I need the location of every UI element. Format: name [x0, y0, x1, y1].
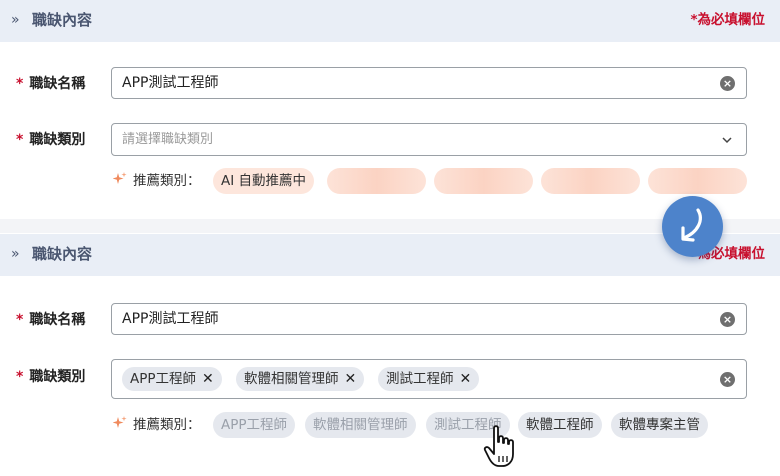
job-category-placeholder: 請選擇職缺類別: [122, 132, 214, 147]
loading-placeholder-pill: [327, 168, 426, 194]
required-star: *: [16, 76, 24, 92]
section-title: 職缺內容: [32, 11, 93, 29]
job-category-select[interactable]: APP工程師 ✕ 軟體相關管理師 ✕ 測試工程師 ✕ ×: [111, 359, 747, 399]
section-header-1: » 職缺內容 *為必填欄位: [0, 0, 780, 42]
job-category-label: * 職缺類別: [16, 369, 86, 385]
required-star: *: [16, 312, 24, 328]
job-category-label: * 職缺類別: [16, 132, 86, 148]
recommend-chip-selected[interactable]: 軟體相關管理師: [305, 412, 416, 438]
sparkle-icon: [113, 416, 127, 428]
recommend-chip[interactable]: 軟體專案主管: [611, 412, 708, 438]
transition-arrow-button: [662, 196, 723, 257]
section-title: 職缺內容: [32, 245, 93, 263]
job-name-label: * 職缺名稱: [16, 76, 86, 92]
loading-placeholder-pill: [648, 168, 747, 194]
selected-chip[interactable]: 測試工程師 ✕: [378, 367, 480, 391]
double-chevron-icon: »: [11, 12, 20, 28]
selected-chip[interactable]: 軟體相關管理師 ✕: [236, 367, 365, 391]
close-icon[interactable]: ✕: [460, 371, 472, 387]
selected-chip[interactable]: APP工程師 ✕: [122, 367, 222, 391]
required-star: *: [16, 369, 24, 385]
double-chevron-icon: »: [11, 246, 20, 262]
job-name-input[interactable]: APP測試工程師 ×: [111, 303, 747, 335]
chevron-down-icon[interactable]: [720, 133, 734, 147]
job-name-input[interactable]: APP測試工程師 ×: [111, 67, 747, 99]
curved-arrow-icon: [681, 208, 702, 242]
loading-placeholder-pill: [541, 168, 640, 194]
hand-pointer-icon: [483, 425, 514, 467]
close-icon[interactable]: ✕: [345, 371, 357, 387]
recommend-label: 推薦類別：: [133, 417, 201, 433]
required-star: *: [16, 132, 24, 148]
recommend-chip[interactable]: 軟體工程師: [518, 412, 602, 438]
recommend-chip-selected[interactable]: APP工程師: [213, 412, 296, 438]
clear-icon[interactable]: ×: [720, 372, 735, 387]
required-note: *為必填欄位: [690, 12, 765, 28]
ai-recommending-badge: AI 自動推薦中: [213, 168, 315, 194]
loading-placeholder-pill: [434, 168, 533, 194]
job-category-select[interactable]: 請選擇職缺類別: [111, 123, 747, 156]
clear-icon[interactable]: ×: [720, 312, 735, 327]
close-icon[interactable]: ✕: [202, 371, 214, 387]
job-name-label: * 職缺名稱: [16, 312, 86, 328]
job-name-value: APP測試工程師: [122, 75, 219, 91]
recommend-row-2: 推薦類別： APP工程師 軟體相關管理師 測試工程師 軟體工程師 軟體專案主管: [113, 412, 733, 438]
recommend-row-1: 推薦類別： AI 自動推薦中: [113, 168, 753, 194]
sparkle-icon: [113, 172, 127, 184]
clear-icon[interactable]: ×: [720, 76, 735, 91]
job-name-value: APP測試工程師: [122, 311, 219, 327]
recommend-label: 推薦類別：: [133, 173, 201, 189]
